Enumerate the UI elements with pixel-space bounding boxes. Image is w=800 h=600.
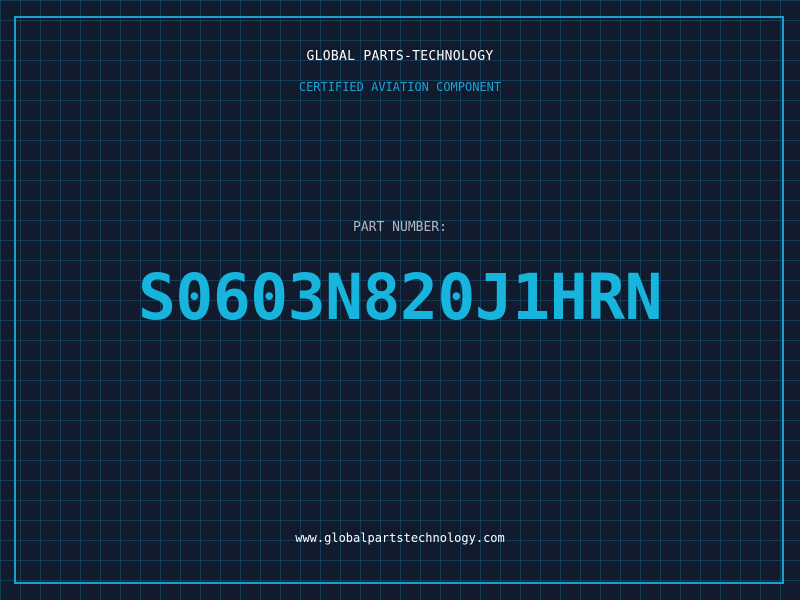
certification-tagline: CERTIFIED AVIATION COMPONENT — [298, 80, 502, 94]
part-label-card: GLOBAL PARTS-TECHNOLOGY CERTIFIED AVIATI… — [0, 0, 800, 600]
part-number-label: PART NUMBER: — [353, 220, 447, 235]
part-number-value: S0603N820J1HRN — [137, 261, 663, 334]
company-name: GLOBAL PARTS-TECHNOLOGY — [306, 49, 494, 64]
website-url: www.globalpartstechnology.com — [295, 531, 505, 545]
